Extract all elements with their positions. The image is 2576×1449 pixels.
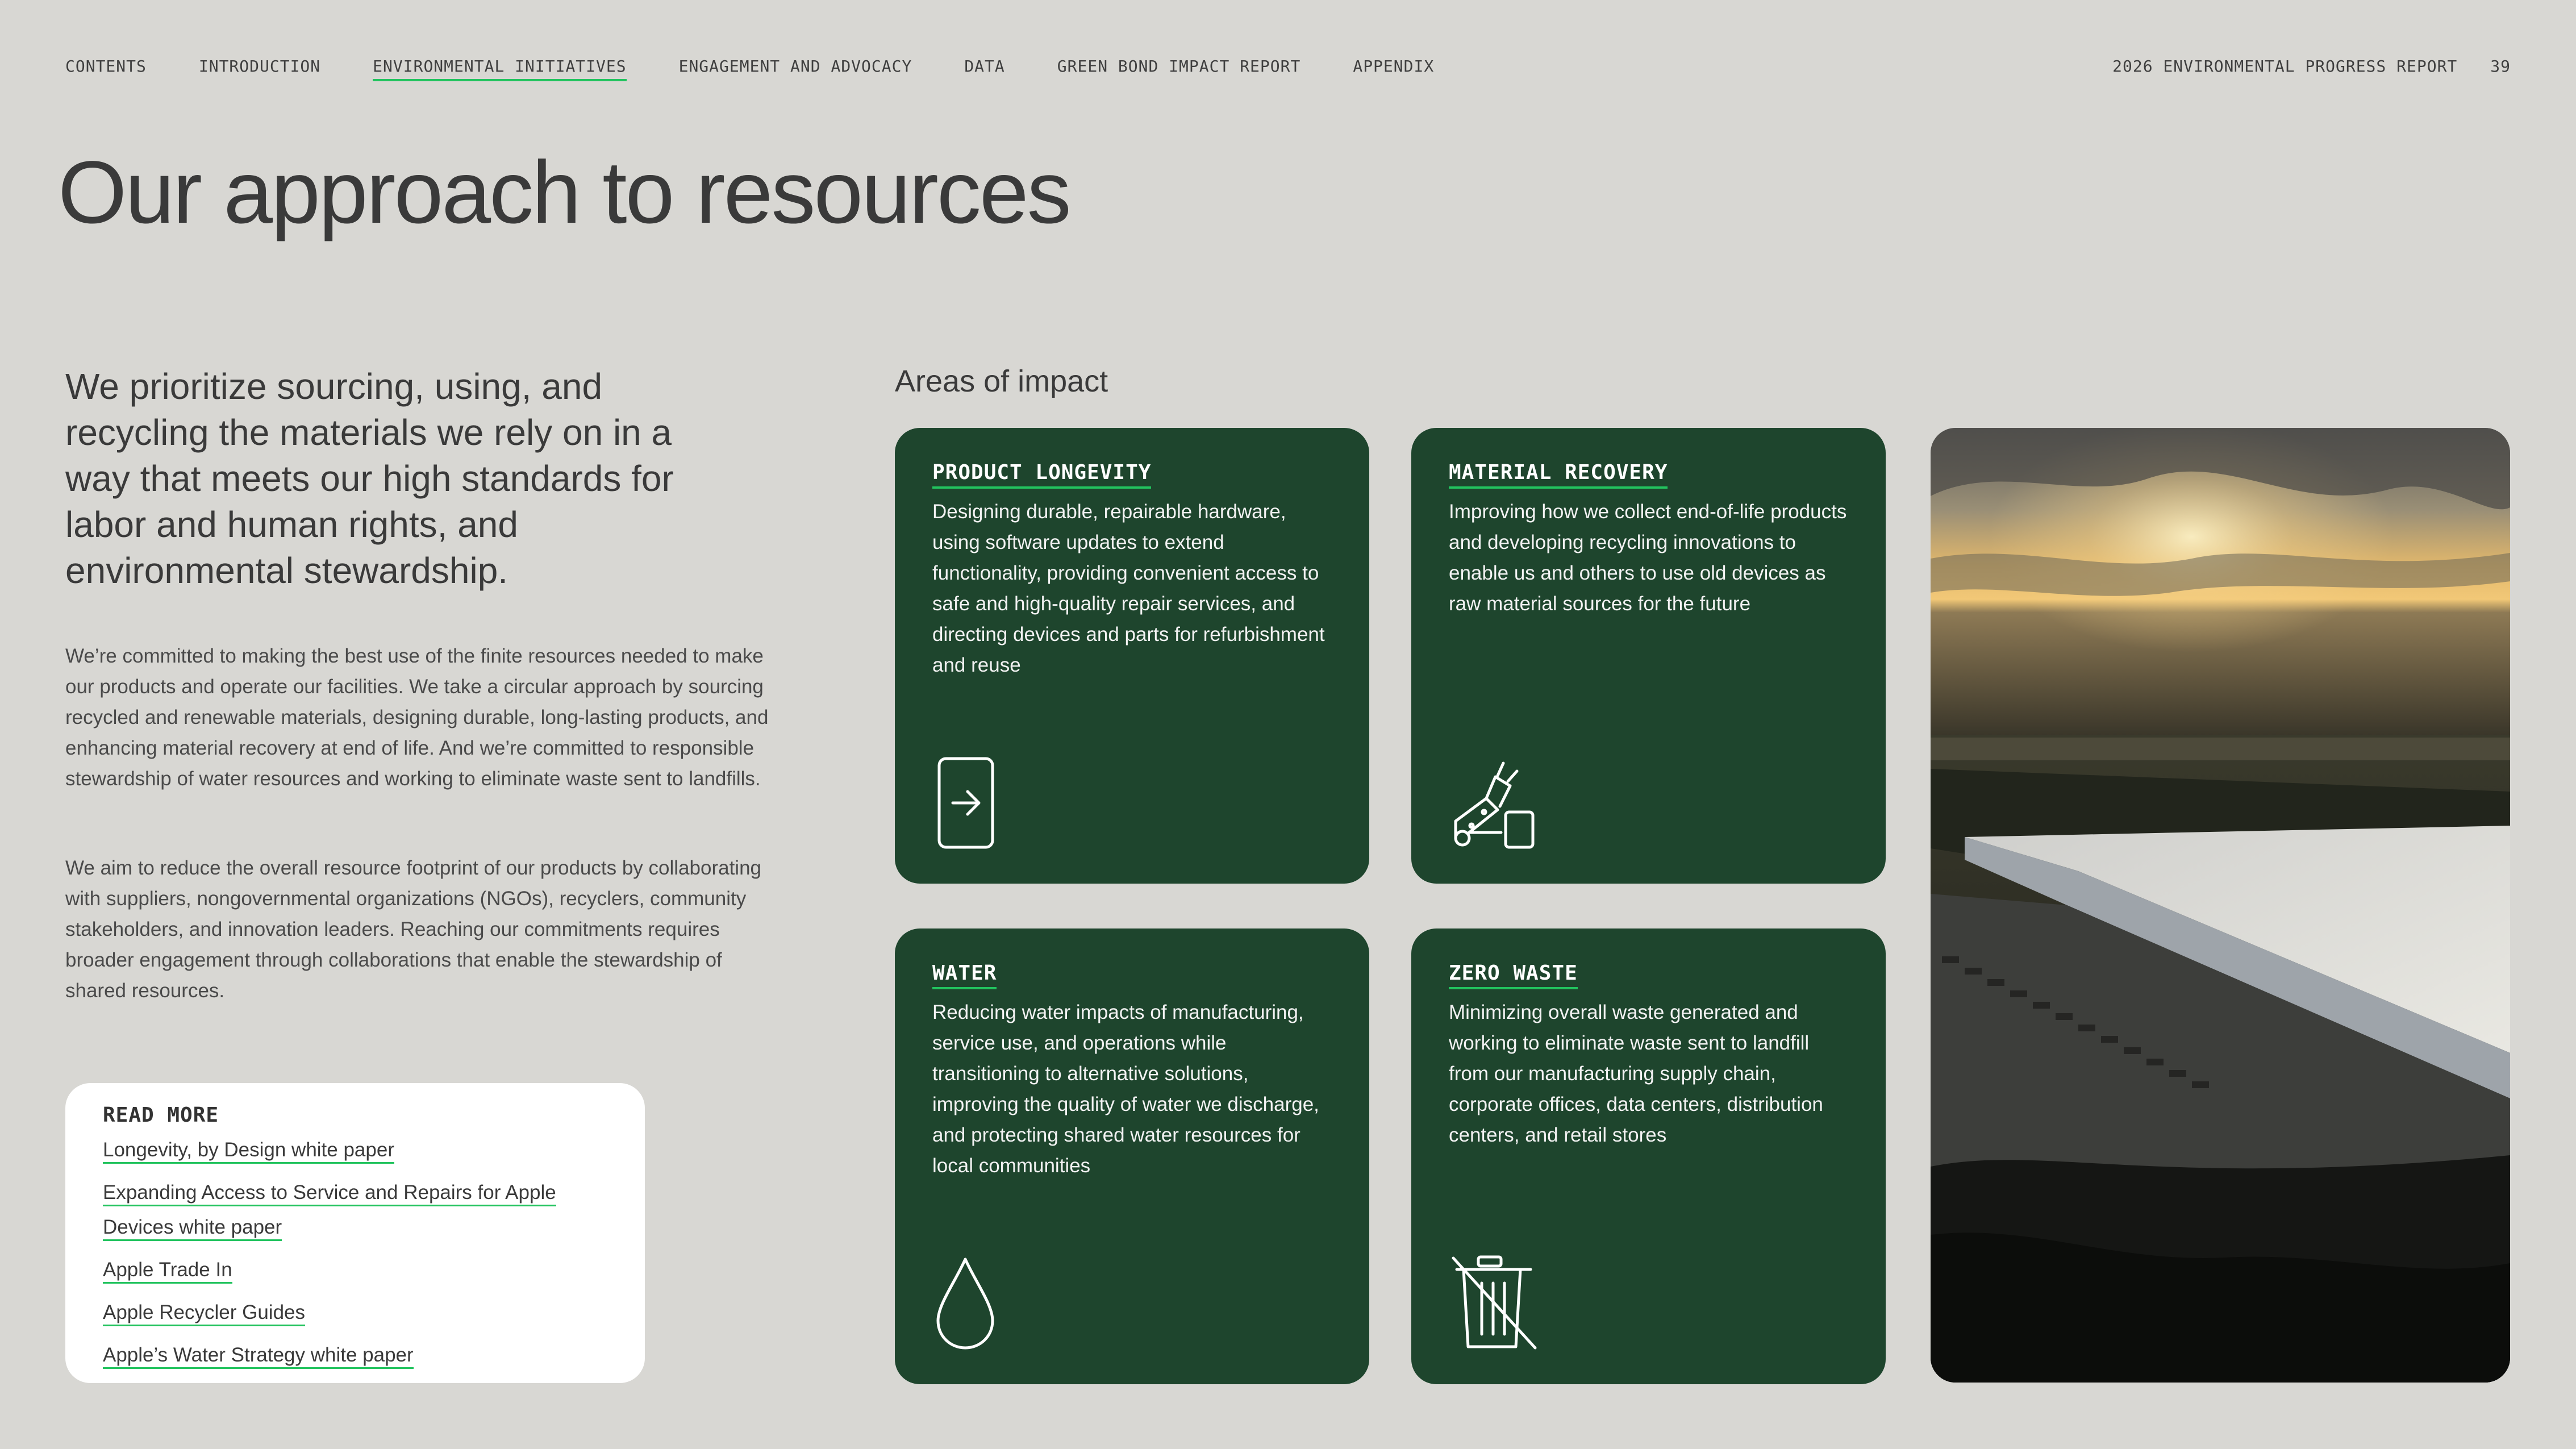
- body-paragraph-2: We aim to reduce the overall resource fo…: [65, 857, 761, 1002]
- areas-of-impact-heading: Areas of impact: [895, 364, 1108, 398]
- report-header: 2026 ENVIRONMENTAL PROGRESS REPORT 39: [2112, 57, 2511, 76]
- card-product-longevity: PRODUCT LONGEVITY Designing durable, rep…: [895, 428, 1369, 884]
- link-apple-trade-in[interactable]: Apple Trade In: [103, 1259, 232, 1284]
- read-more-item: Apple Trade In: [103, 1255, 607, 1289]
- read-more-list: Longevity, by Design white paper Expandi…: [103, 1135, 607, 1375]
- nav-green-bond-impact-report[interactable]: GREEN BOND IMPACT REPORT: [1057, 57, 1301, 81]
- card-material-recovery: MATERIAL RECOVERY Improving how we colle…: [1411, 428, 1886, 884]
- link-water-strategy-white-paper[interactable]: Apple’s Water Strategy white paper: [103, 1344, 414, 1369]
- facility-sunset-photo: [1931, 428, 2510, 1383]
- aerial-warehouse-image: [1931, 428, 2510, 1383]
- intro-lede: We prioritize sourcing, using, and recyc…: [65, 366, 674, 591]
- link-service-repairs-white-paper[interactable]: Expanding Access to Service and Repairs …: [103, 1181, 556, 1241]
- read-more-item: Apple’s Water Strategy white paper: [103, 1340, 607, 1375]
- recycling-robot-icon: [1454, 761, 1535, 849]
- card-water: WATER Reducing water impacts of manufact…: [895, 928, 1369, 1384]
- read-more-panel: READ MORE Longevity, by Design white pap…: [65, 1083, 645, 1383]
- link-apple-recycler-guides[interactable]: Apple Recycler Guides: [103, 1301, 305, 1326]
- nav-introduction[interactable]: INTRODUCTION: [199, 57, 320, 81]
- nav-data[interactable]: DATA: [964, 57, 1004, 81]
- card-text: Designing durable, repairable hardware, …: [932, 501, 1325, 676]
- card-title: WATER: [932, 961, 997, 989]
- nav-environmental-initiatives[interactable]: ENVIRONMENTAL INITIATIVES: [373, 57, 627, 81]
- top-nav: CONTENTS INTRODUCTION ENVIRONMENTAL INIT…: [65, 57, 1434, 81]
- card-title: MATERIAL RECOVERY: [1449, 461, 1668, 489]
- report-title: 2026 ENVIRONMENTAL PROGRESS REPORT: [2112, 57, 2458, 76]
- water-drop-icon: [936, 1258, 994, 1350]
- link-longevity-white-paper[interactable]: Longevity, by Design white paper: [103, 1139, 394, 1164]
- nav-contents[interactable]: CONTENTS: [65, 57, 147, 81]
- page-title: Our approach to resources: [58, 143, 1072, 242]
- card-text: Improving how we collect end-of-life pro…: [1449, 501, 1847, 615]
- read-more-heading: READ MORE: [103, 1104, 219, 1127]
- read-more-item: Apple Recycler Guides: [103, 1297, 607, 1332]
- card-zero-waste: ZERO WASTE Minimizing overall waste gene…: [1411, 928, 1886, 1384]
- trash-crossed-icon: [1452, 1255, 1537, 1350]
- card-text: Minimizing overall waste generated and w…: [1449, 1001, 1823, 1146]
- card-title: PRODUCT LONGEVITY: [932, 461, 1152, 489]
- body-paragraph-1: We’re committed to making the best use o…: [65, 645, 769, 790]
- read-more-item: Longevity, by Design white paper: [103, 1135, 607, 1169]
- read-more-item: Expanding Access to Service and Repairs …: [103, 1177, 607, 1247]
- page-number: 39: [2490, 57, 2511, 76]
- phone-arrow-icon: [937, 757, 994, 849]
- card-text: Reducing water impacts of manufacturing,…: [932, 1001, 1319, 1177]
- nav-appendix[interactable]: APPENDIX: [1353, 57, 1434, 81]
- nav-engagement-and-advocacy[interactable]: ENGAGEMENT AND ADVOCACY: [679, 57, 912, 81]
- card-title: ZERO WASTE: [1449, 961, 1578, 989]
